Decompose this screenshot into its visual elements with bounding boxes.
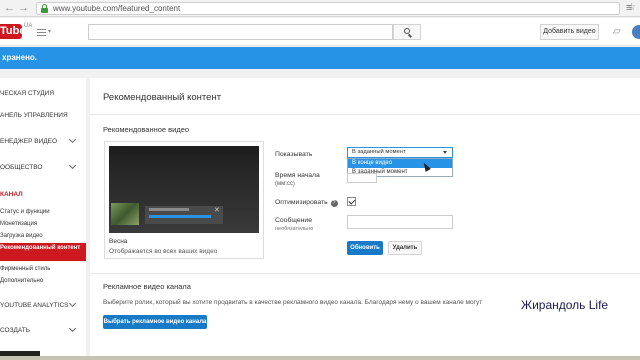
logo-region: UA [24,23,33,29]
featured-video-heading: Рекомендованное видео [103,125,190,134]
sidebar-item-branding[interactable]: Фирменный стиль [0,266,50,272]
select-value: В заданный момент [352,149,406,155]
sidebar-item-upload-defaults[interactable]: Загрузка видео [0,233,43,239]
message-input[interactable] [347,215,453,229]
search-input[interactable] [88,24,393,40]
select-trailer-button[interactable]: Выбрать рекламное видео канала [103,315,207,329]
caret-down-icon [443,151,447,154]
browser-toolbar: ← → www.youtube.com/featured_content ☆ ≡ [0,0,640,17]
upload-button[interactable]: Добавить видео [540,24,599,40]
sidebar-item-community[interactable]: ООБЩЕСТВО [0,164,42,171]
lock-icon [41,4,48,13]
featured-video-card[interactable]: ✕ Весна Отображается во всех ваших видео [104,141,264,259]
optimize-label: Оптимизировать ? [275,199,338,207]
channel-trailer-description: Выберите ролик, который вы хотите продви… [103,299,483,306]
notifications-bell-icon[interactable]: ▱ [613,26,621,37]
search-button[interactable] [393,24,421,40]
youtube-logo[interactable]: Tube [0,24,25,39]
chevron-down-icon[interactable] [68,324,77,333]
bottom-strip [0,356,640,360]
video-description: Отображается во всех ваших видео [109,248,218,255]
address-bar[interactable]: www.youtube.com/featured_content ☆ [36,2,636,15]
start-time-label: Время начала [275,172,320,179]
chevron-down-icon[interactable] [68,299,77,308]
video-title: Весна [109,238,128,245]
message-sublabel: необязательно [275,226,314,232]
sidebar-item-dashboard[interactable]: АНЕЛЬ УПРАВЛЕНИЯ [0,112,68,119]
sidebar-item-analytics[interactable]: YOUTUBE ANALYTICS [0,302,69,309]
help-icon[interactable]: ? [330,200,338,207]
optimize-checkbox[interactable] [347,197,356,206]
sidebar-section-channel[interactable]: КАНАЛ [0,191,23,198]
page-title: Рекомендованный контент [103,92,222,103]
show-timing-select[interactable]: В заданный момент [347,147,453,158]
sidebar-item-status[interactable]: Статус и функции [0,209,50,215]
forward-arrow-icon[interactable]: → [18,1,29,16]
main-content: Рекомендованный контент Рекомендованное … [90,78,640,360]
delete-button[interactable]: Удалить [388,241,422,255]
show-label: Показывать [275,151,313,158]
browser-menu-icon[interactable]: ≡ [626,1,632,15]
sidebar-item-monetization[interactable]: Монетизация [0,221,37,227]
studio-sidebar: ЧЕСКАЯ СТУДИЯ АНЕЛЬ УПРАВЛЕНИЯ ЕНЕДЖЕР В… [0,78,86,360]
dropdown-option-end[interactable]: В конце видео [348,159,452,168]
mini-video-thumbnail [111,203,139,225]
masthead: Tube UA ▾ Добавить видео ▱ [0,18,640,46]
guide-menu-icon[interactable] [37,29,46,36]
sidebar-item-video-manager[interactable]: ЕНЕДЖЕР ВИДЕО [0,138,57,145]
avatar[interactable] [632,25,640,39]
sidebar-item-featured-content[interactable]: Рекомендованный контент [0,243,86,261]
sidebar-item-studio[interactable]: ЧЕСКАЯ СТУДИЯ [0,90,54,97]
divider [90,114,640,115]
sidebar-item-create[interactable]: СОЗДАТЬ [0,327,30,334]
divider [90,273,640,274]
url-text: www.youtube.com/featured_content [53,4,181,13]
sidebar-item-advanced[interactable]: Дополнительно [0,278,43,284]
start-time-input[interactable] [347,173,377,183]
saved-notification-banner: хранено. [0,47,640,69]
watermark: Жирандоль Life [521,298,609,312]
video-thumbnail[interactable]: ✕ [109,146,259,233]
update-button[interactable]: Обновить [347,241,383,255]
back-arrow-icon[interactable]: ← [4,1,15,16]
start-time-sublabel: (мм:сс) [275,181,295,187]
chevron-down-icon[interactable] [68,161,77,170]
channel-trailer-heading: Рекламное видео канала [103,282,191,291]
search-icon [404,28,410,34]
chevron-down-icon[interactable] [68,135,77,144]
close-icon: ✕ [214,207,220,214]
message-label: Сообщение [275,217,312,224]
guide-caret-icon[interactable]: ▾ [48,28,51,35]
